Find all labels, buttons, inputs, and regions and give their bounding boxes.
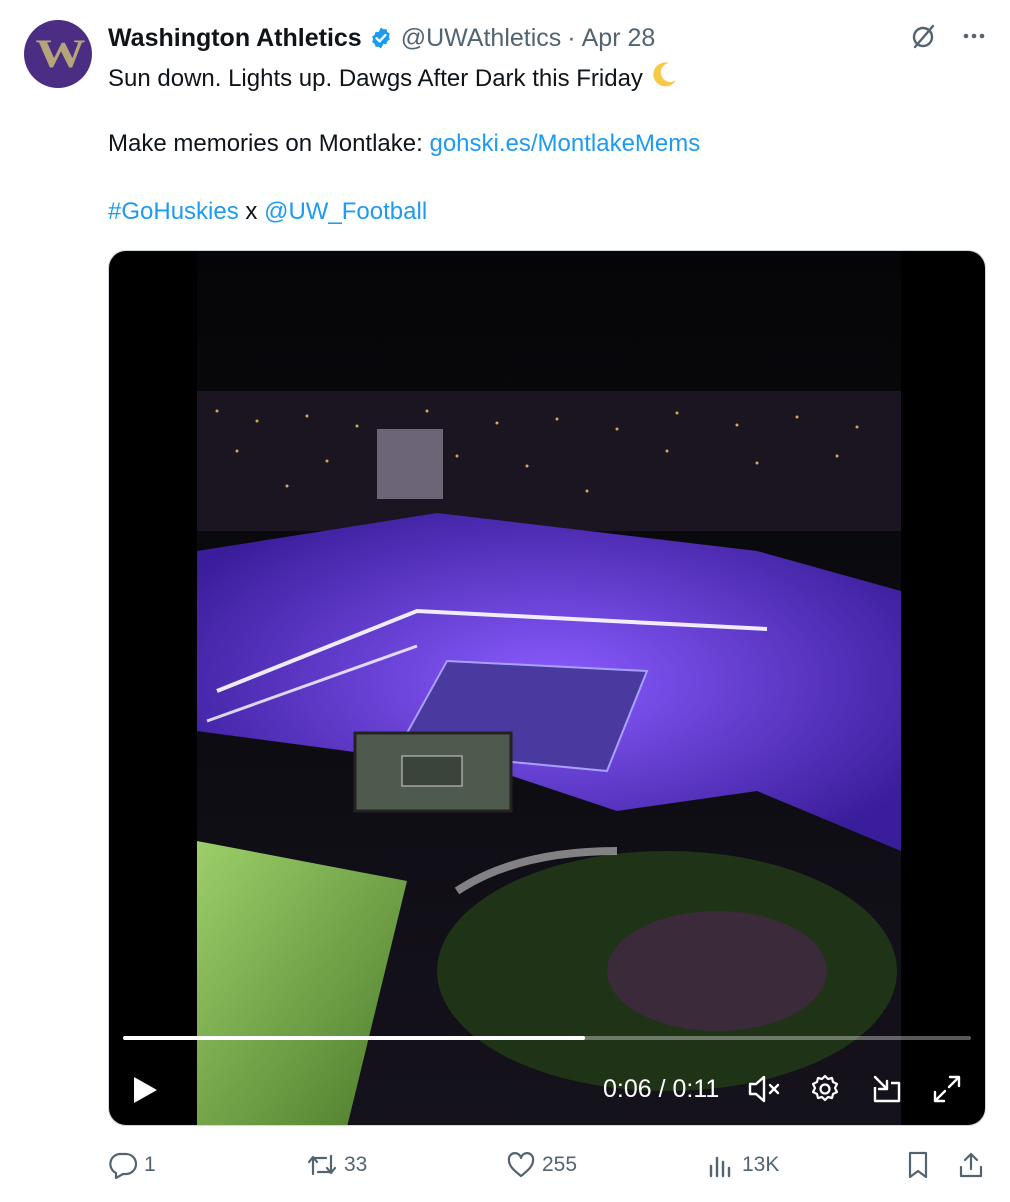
tweet-text-prefix: Make memories on Montlake:: [108, 130, 430, 157]
tweet-date[interactable]: Apr 28: [582, 24, 656, 53]
tweet-link[interactable]: gohski.es/MontlakeMems: [429, 130, 700, 157]
like-count: 255: [542, 1153, 578, 1176]
video-progress-fill: [123, 1036, 586, 1040]
tweet-header: Washington Athletics @UWAthletics · Apr …: [108, 22, 655, 54]
video-progress-bar[interactable]: [123, 1036, 971, 1040]
tweet-text-line-2: Make memories on Montlake: gohski.es/Mon…: [108, 128, 700, 160]
play-icon[interactable]: [131, 1075, 159, 1110]
account-name[interactable]: Washington Athletics: [108, 24, 362, 53]
reply-icon: [109, 1152, 138, 1180]
reply-button[interactable]: 1: [108, 1150, 156, 1180]
more-icon[interactable]: [960, 22, 988, 55]
verified-badge-icon[interactable]: [369, 26, 393, 50]
header-actions: [910, 22, 988, 55]
settings-gear-icon[interactable]: [809, 1073, 841, 1110]
repost-button[interactable]: 33: [306, 1150, 367, 1180]
views-count: 13K: [742, 1153, 780, 1176]
mention-link[interactable]: @UW_Football: [264, 198, 427, 225]
video-player[interactable]: 0:06 / 0:11: [108, 250, 986, 1126]
tweet-text-line-3: #GoHuskies x @UW_Football: [108, 196, 427, 228]
avatar-logo-letter: W: [35, 31, 86, 76]
fullscreen-icon[interactable]: [931, 1073, 963, 1110]
crescent-moon-emoji: [649, 60, 679, 99]
repost-count: 33: [344, 1153, 368, 1176]
video-controls: 0:06 / 0:11: [109, 1065, 985, 1113]
account-handle[interactable]: @UWAthletics: [401, 24, 562, 53]
hashtag-link[interactable]: #GoHuskies: [108, 198, 239, 225]
share-icon: [959, 1152, 983, 1178]
views-chart-icon: [709, 1156, 731, 1178]
avatar[interactable]: W: [24, 20, 92, 88]
share-button[interactable]: [956, 1150, 986, 1180]
grok-icon[interactable]: [910, 22, 938, 55]
bookmark-icon: [908, 1151, 928, 1179]
volume-muted-icon[interactable]: [747, 1073, 783, 1110]
like-button[interactable]: 255: [506, 1150, 577, 1180]
heart-icon: [507, 1152, 535, 1178]
dock-icon[interactable]: [871, 1073, 905, 1110]
header-separator: ·: [567, 23, 576, 52]
reply-count: 1: [144, 1153, 156, 1176]
views-button[interactable]: 13K: [706, 1150, 779, 1180]
tweet-text-line-1: Sun down. Lights up. Dawgs After Dark th…: [108, 60, 679, 99]
tweet-action-bar: 1 33 255 13K: [108, 1150, 983, 1182]
bookmark-button[interactable]: [904, 1150, 932, 1180]
text-joiner: x: [238, 198, 265, 225]
repost-icon: [307, 1154, 337, 1176]
tweet-text: Sun down. Lights up. Dawgs After Dark th…: [108, 64, 643, 92]
video-time: 0:06 / 0:11: [603, 1075, 720, 1103]
stadium-video-frame: [197, 251, 901, 1125]
